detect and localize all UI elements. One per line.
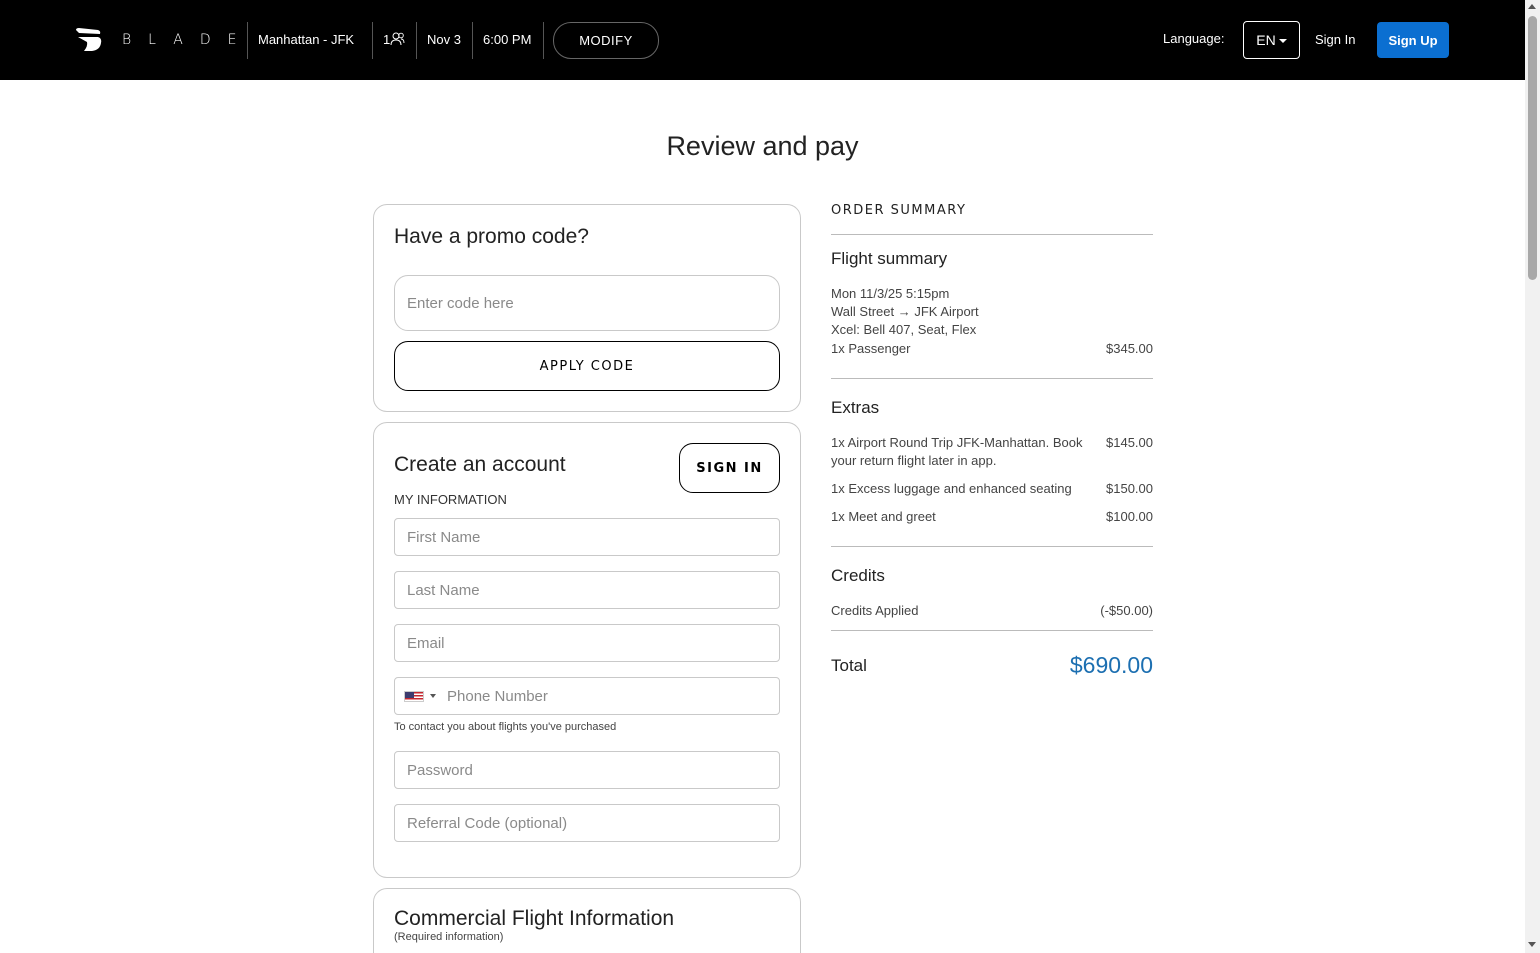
flight-route: Wall Street → JFK Airport — [831, 304, 979, 319]
commercial-flight-title: Commercial Flight Information — [394, 907, 675, 930]
commercial-flight-card: Commercial Flight Information (Required … — [373, 888, 801, 953]
divider — [831, 378, 1153, 379]
password-field[interactable] — [394, 751, 780, 789]
promo-code-card: Have a promo code? APPLY CODE — [373, 204, 801, 412]
extra-amount: $150.00 — [1106, 481, 1153, 496]
total-label: Total — [831, 656, 867, 675]
scroll-down-arrow-icon[interactable] — [1528, 942, 1536, 947]
extra-label: 1x Airport Round Trip JFK-Manhattan. Boo… — [831, 435, 1083, 468]
date-label[interactable]: Nov 3 — [427, 32, 461, 47]
sign-up-button[interactable]: Sign Up — [1377, 22, 1449, 58]
email-field[interactable] — [394, 624, 780, 662]
divider — [831, 630, 1153, 631]
page-scrollbar[interactable] — [1525, 0, 1540, 953]
apply-code-button[interactable]: APPLY CODE — [394, 341, 780, 391]
header-divider — [372, 22, 373, 59]
sign-in-button[interactable]: SIGN IN — [679, 443, 780, 493]
scrollbar-thumb[interactable] — [1528, 16, 1537, 280]
extra-amount: $100.00 — [1106, 509, 1153, 524]
blade-logo[interactable]: BLADE — [76, 28, 254, 52]
flight-aircraft: Xcel: Bell 407, Seat, Flex — [831, 322, 977, 337]
extra-label: 1x Meet and greet — [831, 509, 936, 524]
scroll-up-arrow-icon[interactable] — [1528, 4, 1536, 9]
promo-title: Have a promo code? — [394, 225, 589, 248]
phone-hint: To contact you about flights you've purc… — [394, 721, 617, 733]
divider — [831, 546, 1153, 547]
sign-in-link[interactable]: Sign In — [1315, 32, 1355, 47]
passenger-amount: $345.00 — [1106, 341, 1153, 356]
chevron-down-icon — [1278, 39, 1287, 43]
promo-code-input[interactable] — [394, 275, 780, 331]
top-navigation-bar: BLADE Manhattan - JFK 1 Nov 3 6:00 PM MO… — [0, 0, 1525, 80]
phone-field-wrapper — [394, 677, 780, 715]
blade-logo-icon — [76, 28, 102, 51]
passengers-icon — [390, 32, 405, 46]
extra-label: 1x Excess luggage and enhanced seating — [831, 481, 1072, 496]
first-name-field[interactable] — [394, 518, 780, 556]
phone-number-field[interactable] — [447, 678, 767, 714]
language-value: EN — [1256, 32, 1276, 48]
language-select[interactable]: EN — [1243, 21, 1300, 59]
page-title: Review and pay — [666, 131, 859, 161]
credits-label: Credits Applied — [831, 603, 919, 618]
us-flag-icon[interactable] — [404, 691, 424, 702]
order-summary-heading: ORDER SUMMARY — [831, 203, 967, 218]
country-dropdown-caret-icon[interactable] — [430, 694, 436, 698]
header-divider — [247, 22, 248, 59]
extra-amount: $145.00 — [1106, 435, 1153, 450]
referral-code-field[interactable] — [394, 804, 780, 842]
credits-amount: (-$50.00) — [1100, 603, 1153, 618]
total-amount: $690.00 — [1069, 652, 1153, 678]
my-information-label: MY INFORMATION — [394, 492, 507, 507]
language-label: Language: — [1163, 31, 1225, 46]
header-divider — [472, 22, 473, 59]
account-title: Create an account — [394, 453, 566, 476]
flight-datetime: Mon 11/3/25 5:15pm — [831, 286, 950, 301]
flight-summary-title: Flight summary — [831, 249, 948, 268]
passenger-label: 1x Passenger — [831, 341, 911, 356]
header-divider — [416, 22, 417, 59]
header-divider — [543, 22, 544, 59]
route-label[interactable]: Manhattan - JFK — [258, 32, 354, 47]
credits-title: Credits — [831, 566, 885, 585]
logo-wordmark: BLADE — [122, 32, 254, 48]
divider — [831, 234, 1153, 235]
time-label[interactable]: 6:00 PM — [483, 32, 531, 47]
commercial-flight-subtitle: (Required information) — [394, 931, 504, 943]
modify-button[interactable]: MODIFY — [553, 22, 659, 59]
last-name-field[interactable] — [394, 571, 780, 609]
extras-title: Extras — [831, 398, 880, 417]
create-account-card: Create an account SIGN IN MY INFORMATION… — [373, 422, 801, 878]
